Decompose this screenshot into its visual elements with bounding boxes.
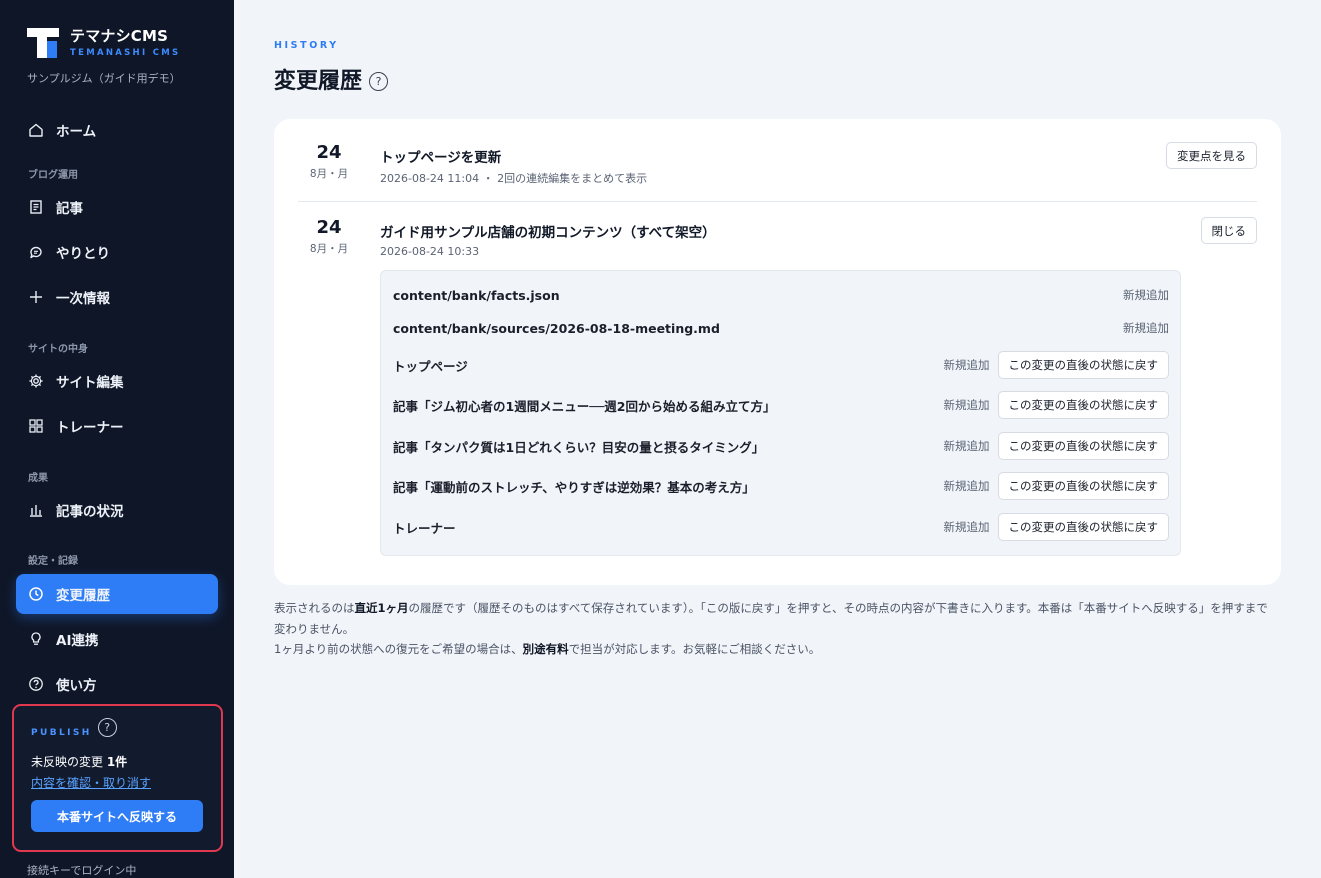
entry-divider xyxy=(298,201,1257,202)
restore-button[interactable]: この変更の直後の状態に戻す xyxy=(997,472,1169,500)
bar-chart-icon xyxy=(28,502,44,518)
restore-button[interactable]: この変更の直後の状態に戻す xyxy=(997,432,1169,460)
nav-article-status-label: 記事の状況 xyxy=(56,504,124,520)
nav-section-results: 成果 xyxy=(28,473,48,484)
history-card: 24 8月・月 トップページを更新 2026-08-24 11:04 ・ 2回の… xyxy=(274,119,1281,585)
change-name: トップページ xyxy=(393,358,468,374)
nav-history-label: 変更履歴 xyxy=(56,588,110,604)
sidebar: テマナシCMS TEMANASHI CMS サンプルジム（ガイド用デモ） ホーム… xyxy=(0,0,234,878)
close-button[interactable]: 閉じる xyxy=(1200,217,1257,244)
entry-meta: 2026-08-24 10:33 xyxy=(380,245,480,258)
publish-help-icon[interactable]: ? xyxy=(97,717,117,737)
restore-button[interactable]: この変更の直後の状態に戻す xyxy=(997,351,1169,379)
entry-month: 8月・月 xyxy=(309,168,349,180)
nav-primary-info[interactable]: 一次情報 xyxy=(16,277,218,317)
change-status: 新規追加 xyxy=(943,358,990,372)
gear-icon xyxy=(28,373,44,389)
pending-changes: 未反映の変更 1件 xyxy=(31,755,128,769)
change-item: 記事「運動前のストレッチ、やりすぎは逆効果？基本の考え方」 新規追加 この変更の… xyxy=(393,472,1169,500)
nav-exchanges[interactable]: やりとり xyxy=(16,232,218,272)
help-icon[interactable]: ? xyxy=(369,71,389,91)
change-item: content/bank/sources/2026-08-18-meeting.… xyxy=(393,320,1169,336)
change-name: content/bank/facts.json xyxy=(393,287,560,303)
change-status: 新規追加 xyxy=(1123,321,1169,335)
change-list: content/bank/facts.json 新規追加 content/ban… xyxy=(380,270,1181,556)
app-name-en: TEMANASHI CMS xyxy=(70,48,181,58)
change-item: content/bank/facts.json 新規追加 xyxy=(393,287,1169,303)
review-changes-link[interactable]: 内容を確認・取り消す xyxy=(31,774,151,791)
nav-trainers[interactable]: トレーナー xyxy=(16,406,218,446)
change-name: 記事「タンパク質は1日どれくらい？目安の量と摂るタイミング」 xyxy=(393,439,765,455)
clock-icon xyxy=(28,586,44,602)
change-status: 新規追加 xyxy=(943,520,990,534)
nav-home-label: ホーム xyxy=(56,124,97,140)
entry-day: 24 xyxy=(316,142,342,163)
page-title-row: 変更履歴 ? xyxy=(274,63,389,95)
nav-section-settings: 設定・記録 xyxy=(28,556,78,567)
nav-howto[interactable]: 使い方 xyxy=(16,664,218,704)
plus-icon xyxy=(28,289,44,305)
nav-articles[interactable]: 記事 xyxy=(16,187,218,227)
change-status: 新規追加 xyxy=(943,398,990,412)
change-name: 記事「運動前のストレッチ、やりすぎは逆効果？基本の考え方」 xyxy=(393,479,755,495)
entry-title: トップページを更新 xyxy=(380,150,502,166)
nav-section-blog: ブログ運用 xyxy=(28,170,78,181)
change-item: トレーナー 新規追加 この変更の直後の状態に戻す xyxy=(393,513,1169,541)
chat-icon xyxy=(28,244,44,260)
login-status: 接続キーでログイン中 xyxy=(27,864,137,877)
change-status: 新規追加 xyxy=(1123,288,1169,302)
nav-trainers-label: トレーナー xyxy=(56,420,124,436)
change-name: content/bank/sources/2026-08-18-meeting.… xyxy=(393,320,720,336)
nav-history[interactable]: 変更履歴 xyxy=(16,574,218,614)
nav-site-edit[interactable]: サイト編集 xyxy=(16,361,218,401)
footnote-paragraph-2: 1ヶ月より前の状態への復元をご希望の場合は、別途有料で担当が対応します。お気軽に… xyxy=(274,642,821,656)
grid-icon xyxy=(28,418,44,434)
history-footnote: 表示されるのは直近1ヶ月の履歴です（履歴そのものはすべて保存されています）。「こ… xyxy=(274,598,1279,660)
page-eyebrow: HISTORY xyxy=(274,40,339,51)
restore-button[interactable]: この変更の直後の状態に戻す xyxy=(997,391,1169,419)
entry-day: 24 xyxy=(316,217,342,238)
nav-home[interactable]: ホーム xyxy=(16,110,218,150)
logo-mark-icon xyxy=(27,28,59,58)
lightbulb-icon xyxy=(28,631,44,647)
home-icon xyxy=(28,122,44,138)
document-icon xyxy=(28,199,44,215)
publish-panel: PUBLISH ? 未反映の変更 1件 内容を確認・取り消す 本番サイトへ反映す… xyxy=(12,704,223,852)
app-logo[interactable]: テマナシCMS TEMANASHI CMS xyxy=(27,28,180,58)
change-status: 新規追加 xyxy=(943,439,990,453)
nav-ai[interactable]: AI連携 xyxy=(16,619,218,659)
nav-articles-label: 記事 xyxy=(56,201,83,217)
entry-title: ガイド用サンプル店舗の初期コンテンツ（すべて架空） xyxy=(380,225,716,241)
publish-label: PUBLISH xyxy=(31,728,92,738)
change-item: トップページ 新規追加 この変更の直後の状態に戻す xyxy=(393,351,1169,379)
change-status: 新規追加 xyxy=(943,479,990,493)
app-name: テマナシCMS xyxy=(70,27,169,45)
nav-ai-label: AI連携 xyxy=(56,633,99,649)
nav-article-status[interactable]: 記事の状況 xyxy=(16,490,218,530)
entry-month: 8月・月 xyxy=(309,243,349,255)
nav-site-edit-label: サイト編集 xyxy=(56,375,124,391)
change-name: 記事「ジム初心者の1週間メニュー──週2回から始める組み立て方」 xyxy=(393,398,776,414)
site-name: サンプルジム（ガイド用デモ） xyxy=(27,72,181,85)
nav-primary-info-label: 一次情報 xyxy=(56,291,110,307)
page-title: 変更履歴 xyxy=(274,69,363,94)
restore-button[interactable]: この変更の直後の状態に戻す xyxy=(997,513,1169,541)
nav-section-site: サイトの中身 xyxy=(28,344,88,355)
change-item: 記事「ジム初心者の1週間メニュー──週2回から始める組み立て方」 新規追加 この… xyxy=(393,391,1169,419)
pending-count: 1件 xyxy=(106,755,128,769)
nav-exchanges-label: やりとり xyxy=(56,246,110,262)
entry-date: 24 8月・月 xyxy=(299,218,359,256)
change-name: トレーナー xyxy=(393,520,456,536)
footnote-paragraph-1: 表示されるのは直近1ヶ月の履歴です（履歴そのものはすべて保存されています）。「こ… xyxy=(274,601,1268,636)
nav-howto-label: 使い方 xyxy=(56,678,97,694)
entry-meta: 2026-08-24 11:04 ・ 2回の連続編集をまとめて表示 xyxy=(380,172,648,185)
help-circle-icon xyxy=(28,676,44,692)
publish-button[interactable]: 本番サイトへ反映する xyxy=(31,800,203,832)
entry-date: 24 8月・月 xyxy=(299,143,359,181)
view-changes-button[interactable]: 変更点を見る xyxy=(1166,142,1257,169)
change-item: 記事「タンパク質は1日どれくらい？目安の量と摂るタイミング」 新規追加 この変更… xyxy=(393,432,1169,460)
